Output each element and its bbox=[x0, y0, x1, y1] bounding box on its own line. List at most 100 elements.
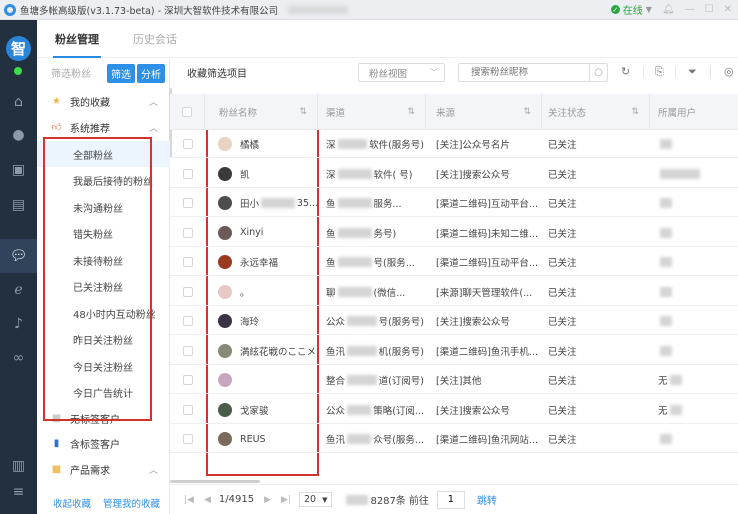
fan-name-cell[interactable]: 田小 35... bbox=[218, 189, 318, 217]
filter-icon[interactable]: ⏷ bbox=[688, 65, 697, 79]
select-all-checkbox[interactable] bbox=[182, 107, 192, 117]
group-system-recommend[interactable]: 👍︎ 系统推荐 ︿ bbox=[37, 116, 170, 138]
row-checkbox[interactable] bbox=[182, 168, 193, 179]
fan-name-cell[interactable]: Xinyi bbox=[218, 219, 318, 247]
table-row[interactable]: 海玲 公众 号(服务号) [关注]搜索公众号 已关注 bbox=[170, 307, 738, 335]
group-untagged[interactable]: ■ 无标签客户 bbox=[37, 407, 170, 429]
column-header-owner[interactable]: 所属用户 bbox=[650, 94, 738, 130]
column-header-channel[interactable]: 渠道 ⇅ bbox=[318, 94, 426, 130]
table-row[interactable]: 田小 35... 鱼 服务... [渠道二维码]互动平台... 已关注 bbox=[170, 189, 738, 217]
fan-name-cell[interactable]: 戈家骏 bbox=[218, 396, 318, 424]
goto-page-input[interactable] bbox=[436, 490, 465, 509]
search-icon[interactable]: ○ bbox=[589, 64, 607, 81]
row-checkbox[interactable] bbox=[182, 286, 193, 297]
collapse-favorites-link[interactable]: 收起收藏 bbox=[53, 496, 91, 510]
maximize-button[interactable]: ☐ bbox=[705, 4, 714, 15]
dashboard-icon[interactable]: ▥ bbox=[0, 452, 37, 480]
home-icon[interactable]: ⌂ bbox=[0, 88, 37, 116]
sidebar-item-last-received[interactable]: 我最后接待的粉丝 bbox=[37, 167, 170, 193]
view-select[interactable]: 粉丝视图 ﹀ bbox=[358, 63, 445, 82]
page-size-select[interactable]: 20 ▼ bbox=[298, 492, 333, 507]
ie-browser-icon[interactable]: e bbox=[0, 276, 37, 304]
row-checkbox[interactable] bbox=[182, 375, 193, 385]
table-row[interactable]: 戈家骏 公众 策略(订阅... [关注]搜索公众号 已关注 无 bbox=[170, 396, 738, 424]
row-checkbox[interactable] bbox=[182, 139, 193, 149]
fan-name-cell[interactable]: 凯 bbox=[218, 160, 318, 188]
export-icon[interactable]: ⎘ bbox=[655, 65, 664, 79]
wechat-icon[interactable]: 💬︎ bbox=[0, 239, 37, 273]
sidebar-item-not-received[interactable]: 未接待粉丝 bbox=[37, 247, 170, 273]
sidebar-item-today-ads[interactable]: 今日广告统计 bbox=[37, 379, 170, 405]
fan-name-cell[interactable]: 。 bbox=[218, 278, 318, 306]
chat-icon[interactable]: ● bbox=[0, 121, 37, 149]
column-header-name[interactable]: 粉丝名称 ⇅ bbox=[205, 94, 318, 130]
fan-name-cell[interactable] bbox=[218, 366, 318, 394]
fan-name-cell[interactable]: REUS bbox=[218, 425, 318, 453]
document-icon[interactable]: ▤ bbox=[0, 191, 37, 219]
sidebar-item-yesterday-followed[interactable]: 昨日关注粉丝 bbox=[37, 326, 170, 352]
online-status[interactable]: ✓ 在线 ▼ bbox=[610, 2, 652, 17]
menu-icon[interactable]: ≡ bbox=[0, 478, 37, 506]
fan-name-cell[interactable]: 橘橘 bbox=[218, 130, 318, 158]
table-row[interactable]: 満絃花戦のここメ 鱼汛 机(服务号) [渠道二维码]鱼汛手机... 已关注 bbox=[170, 337, 738, 365]
prev-page-icon[interactable]: ◀ bbox=[204, 495, 211, 505]
group-product-demand[interactable]: ■ 产品需求 ︿ bbox=[37, 458, 170, 480]
last-page-icon[interactable]: ▶| bbox=[281, 495, 291, 505]
column-header-source[interactable]: 来源 ⇅ bbox=[426, 94, 542, 130]
table-row[interactable]: 整合 道(订阅号) [关注]其他 已关注 无 bbox=[170, 366, 738, 394]
sidebar-item-48h-interaction[interactable]: 48小时内互动粉丝 bbox=[37, 300, 170, 326]
redacted-text bbox=[337, 168, 372, 179]
row-select-cell bbox=[170, 396, 205, 424]
search-input[interactable] bbox=[471, 67, 589, 78]
sidebar-item-followed[interactable]: 已关注粉丝 bbox=[37, 273, 170, 299]
fan-name-cell[interactable]: 永远幸福 bbox=[218, 248, 318, 276]
sort-icon[interactable]: ⇅ bbox=[299, 107, 307, 117]
sidebar-item-not-contacted[interactable]: 未沟通粉丝 bbox=[37, 194, 170, 220]
refresh-icon[interactable]: ↻ bbox=[621, 65, 630, 78]
mini-program-icon[interactable]: ∞ bbox=[0, 344, 37, 372]
bell-icon[interactable]: 🔔︎ bbox=[662, 4, 675, 15]
close-button[interactable]: ✕ bbox=[724, 4, 732, 15]
contacts-icon[interactable]: ▣ bbox=[0, 156, 37, 184]
row-checkbox[interactable] bbox=[182, 434, 193, 444]
tab-history-chat[interactable]: 历史会话 bbox=[133, 20, 177, 58]
channel-cell: 鱼汛 机(服务号) bbox=[326, 337, 424, 365]
minimize-button[interactable]: — bbox=[685, 4, 695, 15]
table-row[interactable]: 。 聊 (微信... [来源]聊天管理软件(... 已关注 bbox=[170, 278, 738, 306]
table-row[interactable]: 橘橘 深 软件(服务号) [关注]公众号名片 已关注 bbox=[170, 130, 738, 158]
star-icon: ★ bbox=[52, 95, 61, 107]
horizontal-scrollbar[interactable] bbox=[170, 480, 260, 483]
sort-icon[interactable]: ⇅ bbox=[523, 107, 531, 117]
next-page-icon[interactable]: ▶ bbox=[264, 495, 271, 505]
table-row[interactable]: Xinyi 鱼 务号) [渠道二维码]未知二维... 已关注 bbox=[170, 219, 738, 247]
first-page-icon[interactable]: |◀ bbox=[184, 495, 194, 505]
sidebar-item-all-fans[interactable]: 全部粉丝 bbox=[37, 141, 170, 167]
settings-icon[interactable]: ◎ bbox=[724, 65, 734, 78]
group-tagged[interactable]: ▮ 含标签客户 bbox=[37, 432, 170, 454]
analyze-button[interactable]: 分析 bbox=[137, 64, 165, 83]
row-checkbox[interactable] bbox=[182, 227, 193, 238]
fan-name-cell[interactable]: 海玲 bbox=[218, 307, 318, 335]
column-header-follow-status[interactable]: 关注状态 ⇅ bbox=[542, 94, 650, 130]
table-row[interactable]: 凯 深 软件( 号) [关注]搜索公众号 已关注 bbox=[170, 160, 738, 188]
manage-favorites-link[interactable]: 管理我的收藏 bbox=[103, 496, 160, 510]
row-checkbox[interactable] bbox=[182, 345, 193, 356]
row-checkbox[interactable] bbox=[182, 404, 193, 415]
sidebar-item-missed[interactable]: 错失粉丝 bbox=[37, 220, 170, 246]
jump-button[interactable]: 跳转 bbox=[477, 492, 497, 507]
tab-fan-management[interactable]: 粉丝管理 bbox=[53, 20, 101, 58]
group-favorites[interactable]: ★ 我的收藏 ︿ bbox=[37, 90, 170, 112]
redacted-text bbox=[347, 316, 377, 326]
sort-icon[interactable]: ⇅ bbox=[407, 107, 415, 117]
row-checkbox[interactable] bbox=[182, 257, 193, 267]
row-checkbox[interactable] bbox=[182, 198, 193, 208]
filter-button[interactable]: 筛选 bbox=[107, 64, 135, 83]
table-row[interactable]: 永远幸福 鱼 号(服务... [渠道二维码]互动平台... 已关注 bbox=[170, 248, 738, 276]
fan-name-cell[interactable]: 満絃花戦のここメ bbox=[218, 337, 318, 365]
sort-icon[interactable]: ⇅ bbox=[631, 107, 639, 117]
user-avatar[interactable]: 智 bbox=[6, 36, 31, 61]
row-checkbox[interactable] bbox=[182, 316, 193, 326]
tiktok-icon[interactable]: ♪ bbox=[0, 310, 37, 338]
table-row[interactable]: REUS 鱼汛 众号(服务... [渠道二维码]鱼汛网站... 已关注 bbox=[170, 425, 738, 453]
sidebar-item-today-followed[interactable]: 今日关注粉丝 bbox=[37, 353, 170, 379]
